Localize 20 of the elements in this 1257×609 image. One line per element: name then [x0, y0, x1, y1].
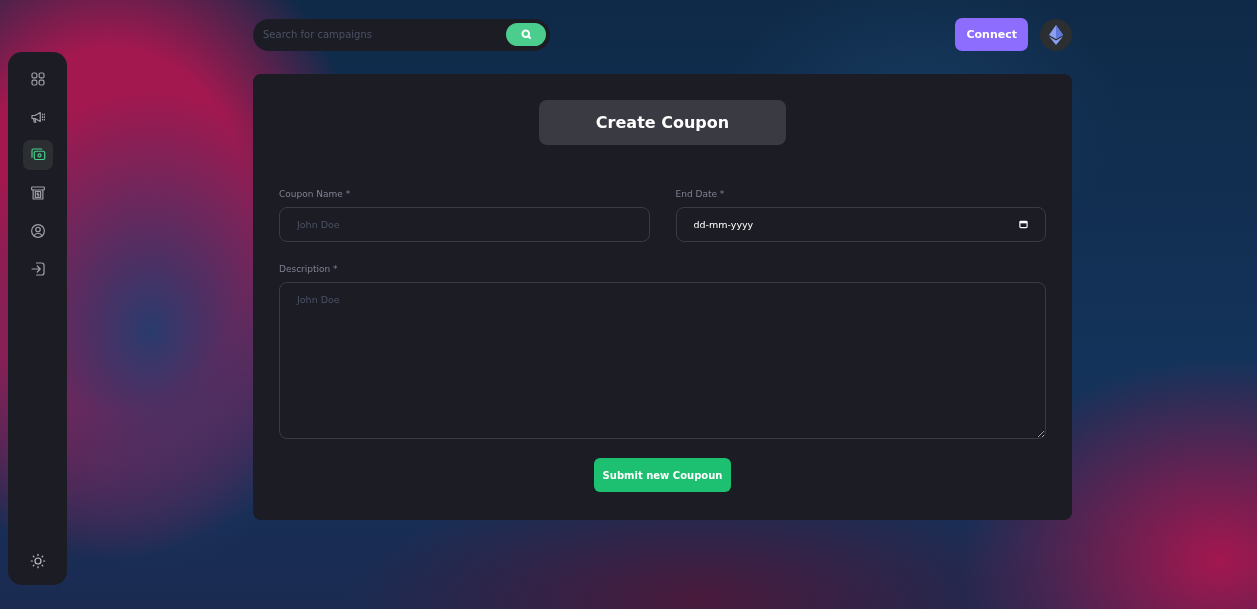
avatar[interactable]	[1040, 18, 1072, 51]
sidebar-item[interactable]	[22, 140, 53, 170]
field-label: Description *	[279, 264, 339, 274]
field-label: Coupon Name *	[279, 189, 352, 199]
text-input-field[interactable]: John Doe	[279, 207, 650, 242]
connect-button[interactable]: Connect	[955, 18, 1028, 51]
form-title: Create Coupon	[539, 100, 786, 145]
date-input-field[interactable]: dd-mm-yyyy	[675, 207, 1046, 242]
search-icon	[520, 29, 532, 40]
search-field[interactable]: Search for campaigns	[253, 18, 550, 51]
calendar-icon[interactable]	[1019, 220, 1028, 229]
textarea-field[interactable]: John Doe	[279, 282, 1046, 439]
diamond-icon	[1049, 24, 1063, 45]
submit-button[interactable]: Submit new Coupoun	[593, 458, 732, 492]
grid-icon	[28, 70, 47, 88]
search-button[interactable]	[506, 23, 546, 46]
receipt-icon	[28, 184, 47, 202]
user-icon	[28, 222, 47, 240]
field-label: End Date *	[675, 189, 726, 199]
sun-icon[interactable]	[28, 552, 47, 570]
